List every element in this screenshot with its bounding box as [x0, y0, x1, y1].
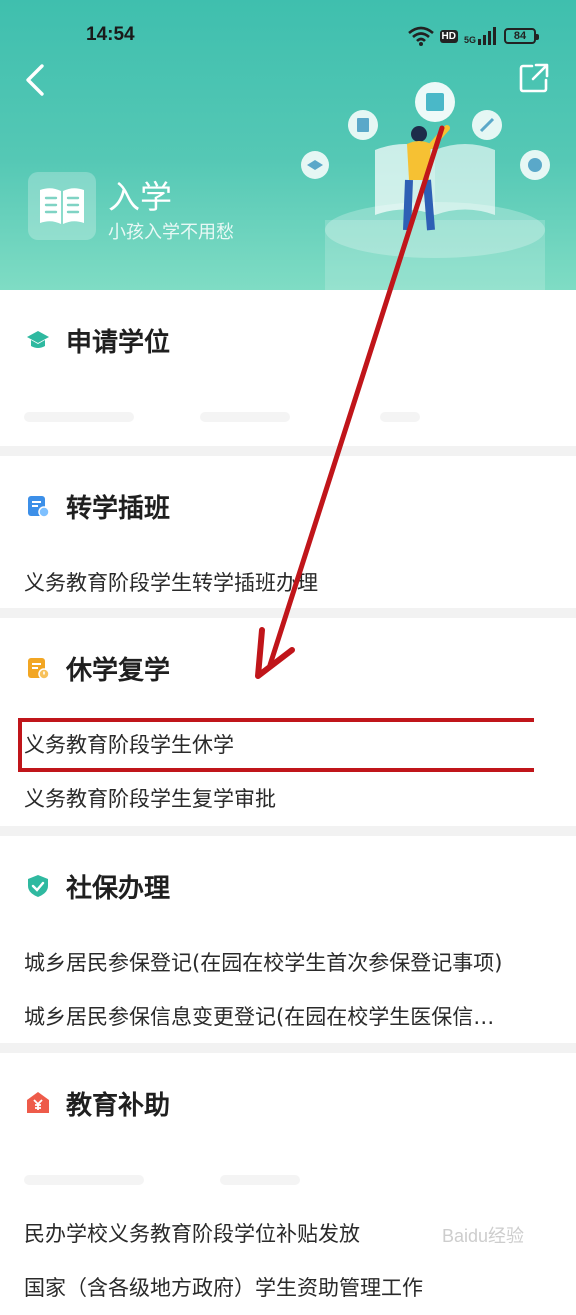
section-apply-degree: 申请学位 [0, 290, 576, 446]
section-header[interactable]: 申请学位 [0, 290, 576, 390]
section-header[interactable]: 休学复学 [0, 618, 576, 718]
status-bar: 14:54 HD 5G 84 [0, 0, 576, 72]
page-subtitle: 小孩入学不用愁 [108, 222, 234, 243]
document-transfer-icon [28, 496, 50, 518]
section-divider [0, 446, 576, 456]
document-warning-icon [28, 658, 50, 680]
list-item[interactable]: 城乡居民参保信息变更登记(在园在校学生医保信… [0, 990, 534, 1044]
shield-check-icon [28, 875, 48, 897]
section-social-security: 社保办理 城乡居民参保登记(在园在校学生首次参保登记事项) 城乡居民参保信息变更… [0, 836, 576, 1043]
blurred-item [0, 390, 576, 444]
yuan-house-icon [27, 1092, 49, 1113]
list-item[interactable]: 义务教育阶段学生转学插班办理 [0, 556, 534, 610]
section-header[interactable]: 教育补助 [0, 1053, 576, 1153]
student-reading-illustration [301, 82, 550, 290]
section-title: 教育补助 [66, 1091, 171, 1121]
section-transfer: 转学插班 义务教育阶段学生转学插班办理 [0, 456, 576, 608]
section-title: 社保办理 [66, 874, 171, 904]
graduation-cap-icon [27, 331, 49, 348]
watermark: Baidu经验 [442, 1226, 525, 1246]
hd-badge: HD [439, 29, 458, 43]
network-type: 5G [463, 35, 476, 45]
list-item[interactable]: 城乡居民参保登记(在园在校学生首次参保登记事项) [0, 936, 534, 990]
battery-indicator: 84 [504, 28, 539, 44]
blurred-item [0, 1153, 576, 1207]
list-item-highlighted[interactable]: 义务教育阶段学生休学 [0, 718, 534, 772]
page-header: 14:54 HD 5G 84 入学 小孩入学不用愁 [0, 0, 576, 290]
signal-icon: 5G [464, 27, 498, 45]
status-icons: HD 5G 84 [407, 24, 539, 48]
service-logo [28, 172, 96, 240]
signal-bars-icon [478, 27, 496, 45]
section-header[interactable]: 转学插班 [0, 456, 576, 556]
open-book-icon [40, 188, 84, 224]
section-suspend-resume: 休学复学 义务教育阶段学生休学 义务教育阶段学生复学审批 [0, 618, 576, 826]
section-divider [0, 826, 576, 836]
section-title: 申请学位 [66, 328, 171, 358]
wifi-icon [407, 26, 434, 46]
back-button[interactable] [20, 62, 50, 98]
section-title: 转学插班 [66, 494, 171, 524]
section-title: 休学复学 [66, 656, 171, 686]
section-education-subsidy: 教育补助 民办学校义务教育阶段学位补贴发放 国家（含各级地方政府）学生资助管理工… [0, 1053, 576, 1300]
section-divider [0, 1043, 576, 1053]
list-item[interactable]: 国家（含各级地方政府）学生资助管理工作 [0, 1261, 534, 1315]
section-header[interactable]: 社保办理 [0, 836, 576, 936]
status-time: 14:54 [86, 24, 135, 45]
page-title: 入学 [108, 178, 173, 216]
list-item[interactable]: 义务教育阶段学生复学审批 [0, 772, 534, 826]
service-sections: 申请学位 转学插班 义务教育阶段学生转学插班办理 休学复学 义务教育阶段学生休学… [0, 290, 576, 1300]
